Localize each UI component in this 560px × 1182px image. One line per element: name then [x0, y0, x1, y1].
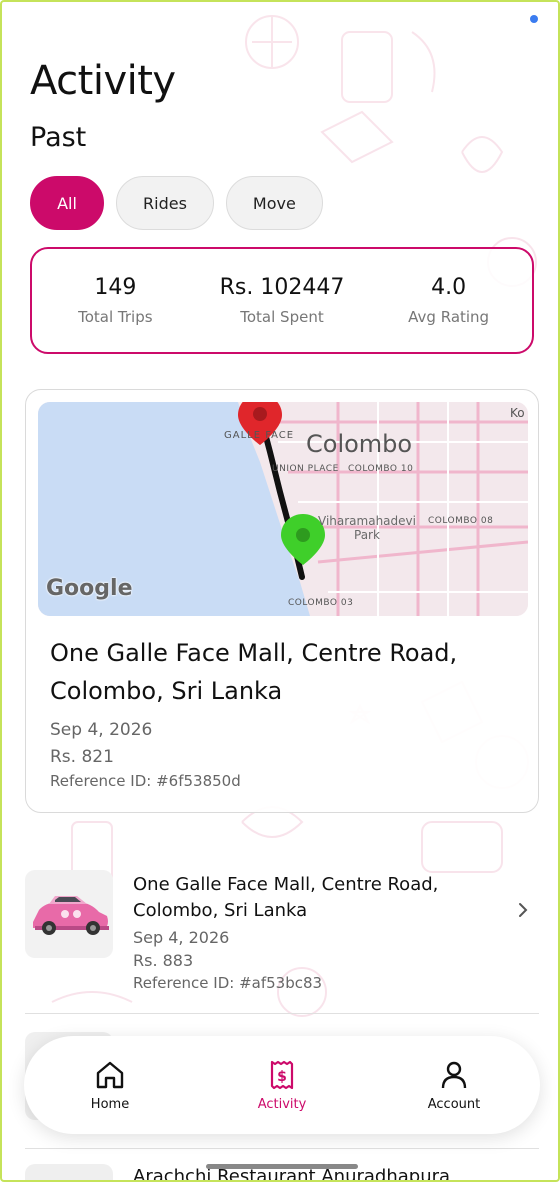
filter-move-chip[interactable]: Move: [225, 176, 323, 230]
trip-date: Sep 4, 2026: [50, 720, 153, 740]
trip-thumbnail: [25, 1164, 113, 1180]
tab-home[interactable]: Home: [40, 1059, 180, 1112]
map-label-viharamahadevi: Viharamahadevi: [318, 514, 416, 528]
filter-all-chip[interactable]: All: [30, 176, 104, 230]
filter-chips: All Rides Move: [30, 176, 323, 230]
trip-price: Rs. 883: [133, 951, 194, 970]
status-indicator-dot: [530, 15, 538, 23]
map-label-colombo-10: COLOMBO 10: [348, 464, 414, 474]
trip-thumbnail: [25, 870, 113, 958]
stats-summary-card: 149 Total Trips Rs. 102447 Total Spent 4…: [30, 247, 534, 354]
svg-text:$: $: [277, 1069, 287, 1085]
tab-label: Account: [427, 1096, 481, 1112]
trip-price: Rs. 821: [50, 747, 114, 767]
stat-value: 149: [94, 275, 137, 300]
map-label-colombo-08: COLOMBO 08: [428, 516, 494, 526]
stat-label: Total Trips: [78, 308, 153, 326]
stat-label: Avg Rating: [408, 308, 490, 326]
trip-map[interactable]: GALLE FACE Colombo UNION PLACE COLOMBO 1…: [38, 402, 528, 616]
receipt-icon: $: [270, 1060, 294, 1089]
stat-value: 4.0: [431, 275, 467, 300]
stat-label: Total Spent: [240, 308, 324, 326]
filter-rides-chip[interactable]: Rides: [116, 176, 214, 230]
divider: [25, 1148, 539, 1149]
car-icon: [33, 896, 109, 935]
bottom-tab-bar: Home $ Activity Account: [24, 1036, 540, 1134]
map-label-park: Park: [354, 528, 380, 542]
page-title: Activity: [30, 58, 176, 104]
google-logo: Google: [46, 576, 133, 601]
trip-reference-id: Reference ID: #6f53850d: [50, 772, 241, 790]
featured-trip-card[interactable]: GALLE FACE Colombo UNION PLACE COLOMBO 1…: [25, 389, 539, 813]
trip-date: Sep 4, 2026: [133, 928, 230, 947]
map-label-galle-face: GALLE FACE: [224, 430, 295, 441]
stat-total-spent: Rs. 102447 Total Spent: [202, 275, 362, 326]
stat-total-trips: 149 Total Trips: [35, 275, 195, 326]
tab-activity[interactable]: $ Activity: [212, 1059, 352, 1112]
user-icon: [441, 1061, 467, 1088]
app-screen: Activity Past All Rides Move 149 Total T…: [0, 0, 560, 1182]
chevron-right-icon[interactable]: [513, 900, 533, 920]
stat-value: Rs. 102447: [219, 275, 345, 300]
trip-destination-title: One Galle Face Mall, Centre Road, Colomb…: [133, 874, 439, 921]
tab-label: Home: [90, 1096, 130, 1112]
home-indicator[interactable]: [206, 1164, 358, 1169]
map-label-union-place: UNION PLACE: [272, 464, 339, 474]
tab-label: Activity: [257, 1096, 307, 1112]
map-label-ko: Ko: [510, 406, 525, 420]
section-title: Past: [30, 122, 87, 153]
map-label-colombo: Colombo: [306, 430, 413, 458]
trip-reference-id: Reference ID: #af53bc83: [133, 974, 323, 992]
tab-account[interactable]: Account: [384, 1059, 524, 1112]
trip-destination-title: One Galle Face Mall, Centre Road, Colomb…: [50, 639, 458, 705]
home-icon: [96, 1061, 124, 1088]
stat-avg-rating: 4.0 Avg Rating: [369, 275, 529, 326]
map-label-colombo-03: COLOMBO 03: [288, 598, 354, 608]
list-item[interactable]: One Galle Face Mall, Centre Road, Colomb…: [25, 864, 539, 1014]
